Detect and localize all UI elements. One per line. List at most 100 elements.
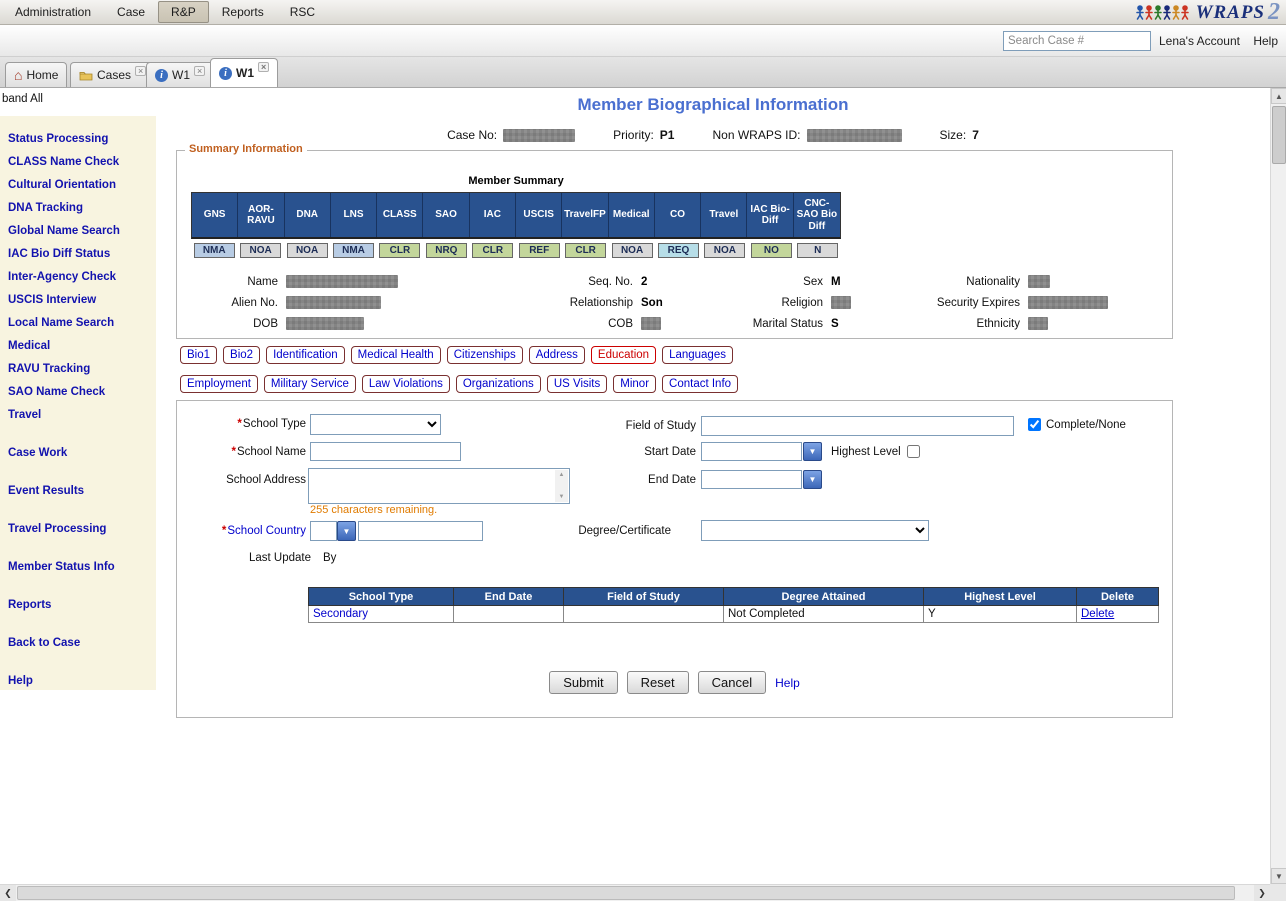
sidebar-item-member-status-info[interactable]: Member Status Info bbox=[8, 556, 156, 579]
school-country-dropdown-icon[interactable]: ▼ bbox=[337, 521, 356, 541]
school-type-cell-link[interactable]: Secondary bbox=[309, 606, 454, 623]
delete-link[interactable]: Delete bbox=[1077, 606, 1159, 623]
school-country-code-box[interactable] bbox=[310, 521, 337, 541]
end-date-input[interactable] bbox=[701, 470, 802, 489]
vertical-scroll-thumb[interactable] bbox=[1272, 106, 1286, 164]
sidebar-item-travel[interactable]: Travel bbox=[8, 404, 156, 427]
sidebar-item-uscis-interview[interactable]: USCIS Interview bbox=[8, 289, 156, 312]
sidebar-item-inter-agency-check[interactable]: Inter-Agency Check bbox=[8, 266, 156, 289]
highest-level-checkbox[interactable] bbox=[907, 445, 920, 458]
form-help-link[interactable]: Help bbox=[775, 676, 800, 690]
scroll-down-icon[interactable]: ▼ bbox=[559, 494, 565, 500]
sidebar-item-event-results[interactable]: Event Results bbox=[8, 480, 156, 503]
horizontal-scroll-thumb[interactable] bbox=[17, 886, 1235, 900]
complete-none-checkbox[interactable] bbox=[1028, 418, 1041, 431]
menu-administration[interactable]: Administration bbox=[2, 1, 104, 23]
account-link[interactable]: Lena's Account bbox=[1159, 34, 1240, 48]
summary-col-gns: GNS bbox=[192, 193, 238, 237]
tab-w1-2[interactable]: i W1 × bbox=[210, 58, 278, 87]
tab-organizations[interactable]: Organizations bbox=[456, 375, 541, 393]
tab-bio2[interactable]: Bio2 bbox=[223, 346, 260, 364]
submit-button[interactable]: Submit bbox=[549, 671, 617, 694]
close-icon[interactable]: × bbox=[135, 66, 146, 76]
col-header-school-type: School Type bbox=[309, 588, 454, 606]
tab-cases[interactable]: Cases × bbox=[70, 62, 155, 87]
start-date-input[interactable] bbox=[701, 442, 802, 461]
expand-all-link[interactable]: band All bbox=[2, 93, 43, 105]
tab-citizenships[interactable]: Citizenships bbox=[447, 346, 523, 364]
scroll-right-arrow-icon[interactable]: ❯ bbox=[1254, 885, 1270, 901]
school-address-label-text: School Address bbox=[226, 474, 306, 486]
sidebar-item-dna-tracking[interactable]: DNA Tracking bbox=[8, 197, 156, 220]
tab-bio1[interactable]: Bio1 bbox=[180, 346, 217, 364]
tab-law-violations[interactable]: Law Violations bbox=[362, 375, 450, 393]
sidebar-item-global-name-search[interactable]: Global Name Search bbox=[8, 220, 156, 243]
tab-employment[interactable]: Employment bbox=[180, 375, 258, 393]
sidebar-item-status-processing[interactable]: Status Processing bbox=[8, 128, 156, 151]
vertical-scrollbar[interactable]: ▲ ▼ bbox=[1270, 88, 1286, 884]
menu-case[interactable]: Case bbox=[104, 1, 158, 23]
tab-contact-info[interactable]: Contact Info bbox=[662, 375, 738, 393]
scroll-left-arrow-icon[interactable]: ❮ bbox=[0, 885, 16, 901]
horizontal-scrollbar[interactable]: ❮ ❯ bbox=[0, 884, 1270, 901]
menu-rsc[interactable]: RSC bbox=[277, 1, 328, 23]
scroll-up-icon[interactable]: ▲ bbox=[559, 472, 565, 478]
school-country-input[interactable] bbox=[358, 521, 483, 541]
sidebar-item-travel-processing[interactable]: Travel Processing bbox=[8, 518, 156, 541]
seq-no-value: 2 bbox=[641, 271, 731, 292]
search-case-input[interactable] bbox=[1003, 31, 1151, 51]
status-badge: REF bbox=[519, 243, 560, 258]
sidebar-item-cultural-orientation[interactable]: Cultural Orientation bbox=[8, 174, 156, 197]
sidebar-item-back-to-case[interactable]: Back to Case bbox=[8, 632, 156, 655]
school-address-field: ▲ ▼ bbox=[308, 468, 570, 504]
degree-certificate-select[interactable] bbox=[701, 520, 929, 541]
close-icon[interactable]: × bbox=[258, 62, 269, 72]
col-header-delete: Delete bbox=[1077, 588, 1159, 606]
scroll-up-arrow-icon[interactable]: ▲ bbox=[1271, 88, 1286, 104]
status-badge: NOA bbox=[612, 243, 653, 258]
end-date-label: End Date bbox=[567, 470, 696, 490]
tab-address[interactable]: Address bbox=[529, 346, 585, 364]
end-date-calendar-dropdown-icon[interactable]: ▼ bbox=[803, 470, 822, 489]
last-update-by-label: By bbox=[323, 552, 336, 564]
start-date-calendar-dropdown-icon[interactable]: ▼ bbox=[803, 442, 822, 461]
tab-us-visits[interactable]: US Visits bbox=[547, 375, 607, 393]
sidebar-item-iac-bio-diff-status[interactable]: IAC Bio Diff Status bbox=[8, 243, 156, 266]
section-tabs-row1: Bio1 Bio2 Identification Medical Health … bbox=[180, 346, 733, 364]
school-name-input[interactable] bbox=[310, 442, 461, 461]
menu-rp[interactable]: R&P bbox=[158, 1, 209, 23]
field-of-study-input[interactable] bbox=[701, 416, 1014, 436]
school-address-textarea[interactable] bbox=[309, 469, 569, 503]
tab-education[interactable]: Education bbox=[591, 346, 656, 364]
tab-languages[interactable]: Languages bbox=[662, 346, 733, 364]
sidebar-item-medical[interactable]: Medical bbox=[8, 335, 156, 358]
sidebar-item-ravu-tracking[interactable]: RAVU Tracking bbox=[8, 358, 156, 381]
school-address-label: School Address bbox=[177, 470, 306, 490]
menu-reports[interactable]: Reports bbox=[209, 1, 277, 23]
school-type-select[interactable] bbox=[310, 414, 441, 435]
summary-col-cnc-sao-bio-diff: CNC-SAO Bio Diff bbox=[794, 193, 840, 237]
tab-medical-health[interactable]: Medical Health bbox=[351, 346, 441, 364]
school-country-label: *School Country bbox=[177, 521, 306, 541]
sidebar-item-case-work[interactable]: Case Work bbox=[8, 442, 156, 465]
summary-col-travel: Travel bbox=[701, 193, 747, 237]
scroll-down-arrow-icon[interactable]: ▼ bbox=[1271, 868, 1286, 884]
sidebar-item-sao-name-check[interactable]: SAO Name Check bbox=[8, 381, 156, 404]
tab-identification[interactable]: Identification bbox=[266, 346, 345, 364]
tab-minor[interactable]: Minor bbox=[613, 375, 656, 393]
tab-home[interactable]: ⌂ Home bbox=[5, 62, 67, 87]
topbar-help-link[interactable]: Help bbox=[1253, 34, 1278, 48]
tab-w1-1[interactable]: i W1 × bbox=[146, 62, 214, 87]
reset-button[interactable]: Reset bbox=[627, 671, 689, 694]
tab-military-service[interactable]: Military Service bbox=[264, 375, 356, 393]
sidebar-item-local-name-search[interactable]: Local Name Search bbox=[8, 312, 156, 335]
sidebar-item-help[interactable]: Help bbox=[8, 670, 156, 693]
summary-col-dna: DNA bbox=[285, 193, 331, 237]
name-label: Name bbox=[177, 271, 286, 292]
tab-label: W1 bbox=[172, 68, 190, 82]
summary-col-co: CO bbox=[655, 193, 701, 237]
close-icon[interactable]: × bbox=[194, 66, 205, 76]
sidebar-item-class-name-check[interactable]: CLASS Name Check bbox=[8, 151, 156, 174]
cancel-button[interactable]: Cancel bbox=[698, 671, 766, 694]
sidebar-item-reports[interactable]: Reports bbox=[8, 594, 156, 617]
